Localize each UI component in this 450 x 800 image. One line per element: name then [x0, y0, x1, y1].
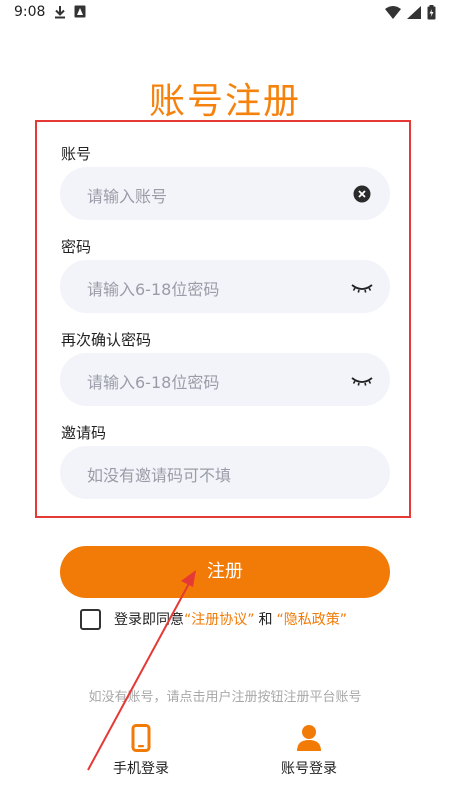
confirm-password-placeholder: 请输入6-18位密码	[87, 373, 220, 392]
tab-phone-login-label: 手机登录	[113, 761, 169, 777]
tab-phone-login[interactable]: 手机登录	[86, 724, 196, 778]
privacy-link[interactable]: “隐私政策”	[277, 609, 348, 629]
account-input[interactable]: 请输入账号	[60, 167, 390, 220]
phone-icon	[131, 724, 151, 752]
password-input[interactable]: 请输入6-18位密码	[60, 260, 390, 313]
status-system-icons	[385, 5, 436, 20]
status-bar: 9:08	[0, 0, 450, 26]
invite-code-input[interactable]: 如没有邀请码可不填	[60, 446, 390, 499]
confirm-password-input[interactable]: 请输入6-18位密码	[60, 353, 390, 406]
agreement-text: 登录即同意	[114, 612, 184, 628]
agreement-and: 和	[258, 612, 273, 628]
wifi-icon	[385, 6, 401, 19]
eye-closed-icon[interactable]	[350, 277, 374, 297]
tab-account-login[interactable]: 账号登录	[254, 724, 364, 778]
invite-code-placeholder: 如没有邀请码可不填	[87, 466, 232, 485]
register-button[interactable]: 注册	[60, 546, 390, 598]
password-label: 密码	[61, 238, 92, 256]
password-placeholder: 请输入6-18位密码	[87, 280, 220, 299]
account-label: 账号	[61, 145, 92, 163]
agreement-row: 登录即同意 “注册协议” 和 “隐私政策”	[80, 608, 347, 630]
battery-icon	[427, 5, 436, 20]
eye-closed-icon[interactable]	[350, 370, 374, 390]
account-placeholder: 请输入账号	[87, 187, 168, 206]
confirm-password-label: 再次确认密码	[61, 331, 152, 349]
signal-icon	[407, 6, 421, 19]
clear-icon[interactable]	[352, 184, 372, 204]
register-hint: 如没有账号，请点击用户注册按钮注册平台账号	[88, 690, 362, 705]
status-time: 9:08	[14, 4, 46, 20]
page-title: 账号注册	[148, 81, 301, 122]
download-icon	[55, 6, 65, 19]
status-notifications	[54, 5, 86, 19]
image-notification-icon	[74, 5, 86, 18]
tab-account-login-label: 账号登录	[281, 761, 337, 777]
terms-link[interactable]: “注册协议”	[184, 609, 255, 629]
agreement-checkbox[interactable]	[80, 608, 101, 630]
user-icon	[297, 725, 321, 751]
invite-code-label: 邀请码	[61, 424, 107, 442]
